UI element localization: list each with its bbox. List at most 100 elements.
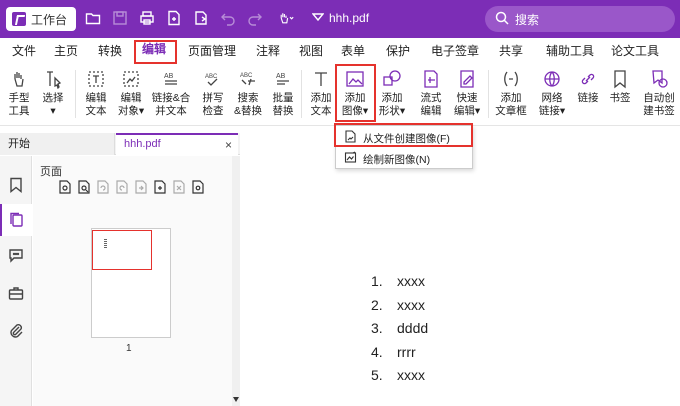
menu-item-8[interactable]: 保护 — [378, 38, 418, 64]
page-properties-icon[interactable] — [191, 180, 205, 194]
link-merge-text-icon: AB — [159, 66, 183, 92]
quick-edit-icon — [455, 66, 479, 92]
list-item-text: xxxx — [397, 273, 425, 289]
chevron-down-icon[interactable] — [311, 11, 325, 25]
workspace-button[interactable]: 工作台 — [6, 7, 76, 31]
add-textbox-button[interactable]: 添加 文章框 — [493, 64, 529, 124]
list-item-number: 5. — [371, 367, 383, 383]
batch-replace-button[interactable]: AB 批量 替换 — [266, 64, 300, 124]
menu-item-10[interactable]: 共享 — [491, 38, 531, 64]
link-merge-text-button[interactable]: AB 链接&合 并文本 — [150, 64, 192, 124]
bookmark-label: 书签 — [609, 92, 631, 104]
menu-item-1[interactable]: 主页 — [46, 38, 86, 64]
search-replace-label: 搜索 &替换 — [233, 92, 262, 117]
draw-new-image-label: 绘制新图像(N) — [363, 153, 431, 166]
document-list: 1. xxxx 2. xxxx 3. dddd 4. rrrr 5. xxxx — [371, 270, 428, 388]
menu-item-3[interactable]: 编辑 — [134, 38, 175, 64]
image-file-icon — [344, 130, 357, 146]
search-icon — [495, 11, 509, 28]
link-button[interactable]: 链接 — [573, 64, 603, 124]
tab-file[interactable]: hhh.pdf × — [116, 133, 238, 155]
insert-page-icon[interactable] — [153, 180, 167, 194]
menu-item-6[interactable]: 视图 — [291, 38, 331, 64]
add-shape-button[interactable]: 添加 形状▾ — [376, 64, 408, 124]
title-bar: 工作台 hhh.pdf 搜索 — [0, 0, 680, 38]
menu-item-11[interactable]: 辅助工具 — [538, 38, 602, 64]
spell-check-button[interactable]: ABC 拼写 检查 — [196, 64, 230, 124]
export-icon[interactable] — [192, 9, 210, 27]
toolbox-panel-icon[interactable] — [7, 284, 25, 302]
web-link-label: 网络 链接▾ — [538, 92, 566, 117]
flow-edit-button[interactable]: 流式 编辑 — [414, 64, 448, 124]
draw-new-image-item[interactable]: 绘制新图像(N) — [336, 149, 472, 169]
menu-item-0[interactable]: 文件 — [4, 38, 44, 64]
add-shape-icon — [380, 66, 404, 92]
bookmark-button[interactable]: 书签 — [606, 64, 634, 124]
close-icon[interactable]: × — [225, 136, 232, 154]
hand-tool-button[interactable]: 手型 工具 — [2, 64, 36, 124]
batch-replace-label: 批量 替换 — [272, 92, 294, 117]
page-tools — [58, 180, 205, 194]
list-item: 1. xxxx — [371, 270, 428, 294]
delete-page-icon[interactable] — [172, 180, 186, 194]
svg-text:AB: AB — [164, 73, 174, 80]
filename-label: hhh.pdf — [329, 11, 370, 25]
quick-edit-label: 快速 编辑▾ — [453, 92, 481, 117]
menu-item-9[interactable]: 电子签章 — [423, 38, 487, 64]
ribbon-separator — [75, 70, 76, 118]
open-folder-icon[interactable] — [84, 9, 102, 27]
add-image-button[interactable]: 添加 图像▾ — [338, 64, 372, 124]
comments-panel-icon[interactable] — [7, 246, 25, 264]
rotate-right-icon[interactable] — [115, 180, 129, 194]
draw-image-icon — [344, 151, 357, 167]
save-icon[interactable] — [111, 9, 129, 27]
menu-item-5[interactable]: 注释 — [248, 38, 288, 64]
menu-item-7[interactable]: 表单 — [333, 38, 373, 64]
rotate-left-icon[interactable] — [96, 180, 110, 194]
web-link-button[interactable]: 网络 链接▾ — [535, 64, 569, 124]
edit-object-button[interactable]: 编辑 对象▾ — [114, 64, 148, 124]
link-icon — [576, 66, 600, 92]
search-box[interactable]: 搜索 — [485, 6, 675, 32]
create-image-from-file-item[interactable]: 从文件创建图像(F) — [336, 128, 472, 148]
app-logo-icon — [12, 12, 26, 26]
add-text-button[interactable]: 添加 文本 — [306, 64, 336, 124]
page-number: 1 — [126, 343, 132, 354]
web-link-icon — [540, 66, 564, 92]
add-textbox-icon — [499, 66, 523, 92]
new-document-icon[interactable] — [165, 9, 183, 27]
search-placeholder: 搜索 — [515, 12, 540, 27]
quick-edit-button[interactable]: 快速 编辑▾ — [450, 64, 484, 124]
scroll-down-icon[interactable] — [233, 397, 239, 402]
undo-icon[interactable] — [219, 9, 237, 27]
list-item-text: rrrr — [397, 343, 416, 360]
list-item-number: 2. — [371, 296, 383, 313]
hand-mode-icon[interactable] — [273, 9, 299, 27]
batch-replace-icon: AB — [271, 66, 295, 92]
add-image-label: 添加 图像▾ — [341, 92, 369, 117]
attachments-panel-icon[interactable] — [7, 321, 25, 339]
list-item-number: 4. — [371, 343, 383, 360]
list-item: 4. rrrr — [371, 341, 428, 365]
menu-item-12[interactable]: 论文工具 — [603, 38, 667, 64]
menu-item-4[interactable]: 页面管理 — [180, 38, 244, 64]
select-button[interactable]: 选择 ▾ — [36, 64, 70, 124]
page-zoom-in-icon[interactable] — [58, 180, 72, 194]
list-item-number: 1. — [371, 273, 383, 289]
page-zoom-out-icon[interactable] — [77, 180, 91, 194]
page-thumbnail[interactable] — [91, 228, 171, 338]
pages-panel-icon[interactable] — [0, 204, 32, 236]
edit-text-label: 编辑 文本 — [85, 92, 107, 117]
menu-item-2[interactable]: 转换 — [90, 38, 130, 64]
auto-bookmark-button[interactable]: 自动创 建书签 — [640, 64, 678, 124]
search-replace-button[interactable]: ABC 搜索 &替换 — [230, 64, 266, 124]
menu-bar: 文件 主页 转换 编辑 页面管理 注释 视图 表单 保护 电子签章 共享 辅助工具 论文工具 — [0, 38, 680, 64]
bookmark-panel-icon[interactable] — [7, 176, 25, 194]
extract-page-icon[interactable] — [134, 180, 148, 194]
edit-text-button[interactable]: 编辑 文本 — [79, 64, 113, 124]
redo-icon[interactable] — [246, 9, 264, 27]
print-icon[interactable] — [138, 9, 156, 27]
tab-start[interactable]: 开始 — [0, 133, 115, 155]
panel-scrollbar[interactable] — [232, 156, 240, 406]
document-tabs: 开始 hhh.pdf × — [0, 133, 240, 155]
